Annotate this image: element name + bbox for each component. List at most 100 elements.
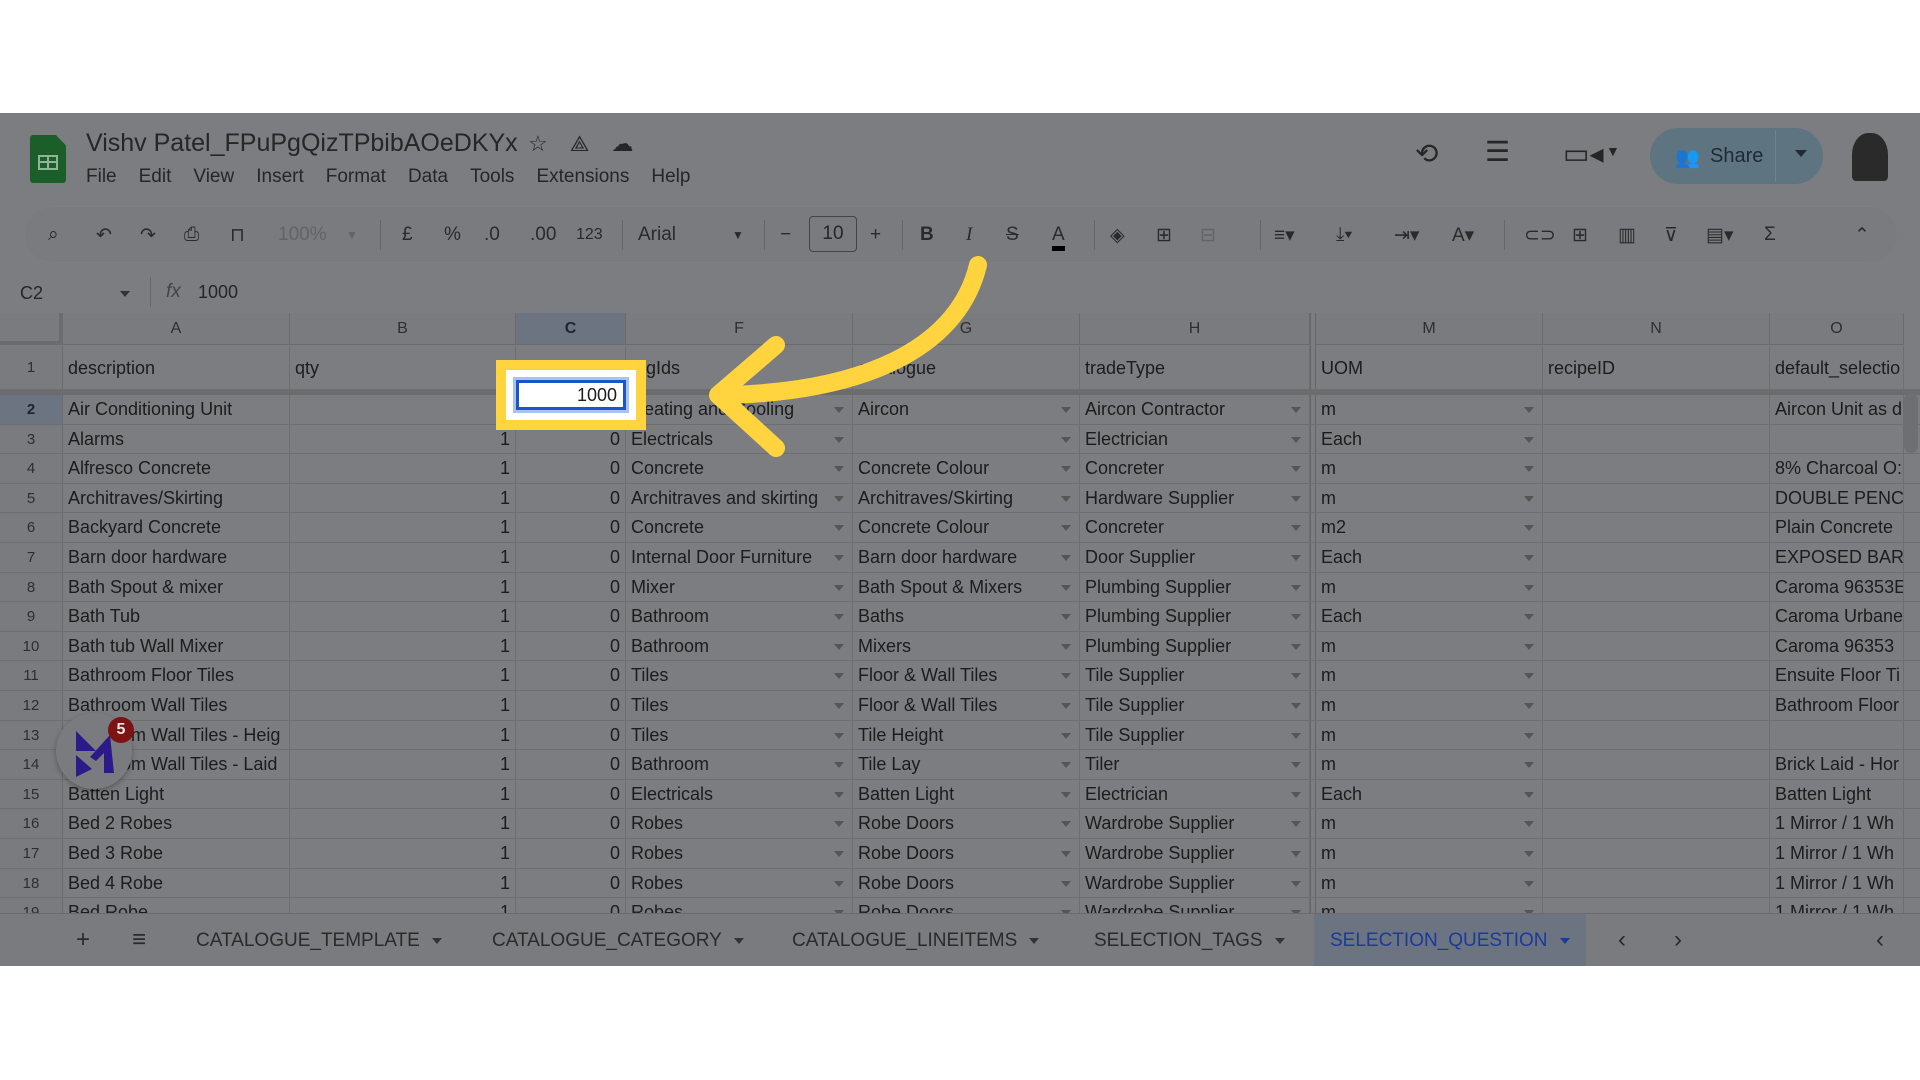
dropdown-chip-icon[interactable]: [1291, 643, 1301, 650]
name-box[interactable]: C2: [20, 283, 43, 304]
cell-b[interactable]: 1: [290, 868, 516, 898]
cell-h[interactable]: Plumbing Supplier: [1080, 572, 1310, 602]
cell-a[interactable]: Air Conditioning Unit: [63, 395, 290, 424]
strikethrough-button[interactable]: S: [1006, 224, 1019, 246]
cell-b[interactable]: 1: [290, 483, 516, 513]
cell-h[interactable]: Concreter: [1080, 513, 1310, 542]
dropdown-chip-icon[interactable]: [1061, 584, 1071, 591]
cell-b[interactable]: 1: [290, 750, 516, 779]
all-sheets-icon[interactable]: ≡: [132, 926, 146, 954]
decrease-font-size-button[interactable]: −: [780, 224, 791, 246]
dropdown-chip-icon[interactable]: [1524, 762, 1534, 769]
cell-o[interactable]: Ensuite Floor Ti: [1770, 661, 1904, 690]
cell-f[interactable]: Electricals: [626, 779, 853, 809]
cell-g[interactable]: Baths: [853, 602, 1080, 631]
cell-m[interactable]: m: [1316, 572, 1543, 602]
text-wrapping-icon[interactable]: ⇥▾: [1394, 224, 1419, 247]
cell-a[interactable]: Bathroom Floor Tiles: [63, 661, 290, 690]
cell-c[interactable]: 0: [516, 454, 626, 483]
row-header[interactable]: 7: [0, 543, 63, 572]
cell-f[interactable]: Bathroom: [626, 750, 853, 779]
font-dropdown-icon[interactable]: ▼: [732, 228, 744, 242]
dropdown-chip-icon[interactable]: [1291, 584, 1301, 591]
cell-c[interactable]: 0: [516, 779, 626, 809]
cell-f[interactable]: Mixer: [626, 572, 853, 602]
row-header[interactable]: 14: [0, 750, 63, 779]
dropdown-chip-icon[interactable]: [1291, 791, 1301, 798]
cell-m[interactable]: m: [1316, 661, 1543, 690]
column-header-o[interactable]: O: [1770, 313, 1904, 345]
share-dropdown-icon[interactable]: [1795, 150, 1807, 157]
cell-m[interactable]: Each: [1316, 602, 1543, 631]
row-header[interactable]: 5: [0, 483, 63, 513]
dropdown-chip-icon[interactable]: [1061, 495, 1071, 502]
dropdown-chip-icon[interactable]: [1291, 436, 1301, 443]
cell-a[interactable]: Bath tub Wall Mixer: [63, 631, 290, 661]
cell-g[interactable]: Floor & Wall Tiles: [853, 661, 1080, 690]
cell-a[interactable]: Backyard Concrete: [63, 513, 290, 542]
cell-b[interactable]: 1: [290, 779, 516, 809]
cell-c[interactable]: 0: [516, 720, 626, 750]
row-header[interactable]: 9: [0, 602, 63, 631]
cell-o[interactable]: 1 Mirror / 1 Wh: [1770, 839, 1904, 868]
dropdown-chip-icon[interactable]: [1524, 614, 1534, 621]
dropdown-chip-icon[interactable]: [834, 673, 844, 680]
menu-tools[interactable]: Tools: [470, 166, 514, 188]
cell-b[interactable]: 1: [290, 424, 516, 454]
cell-a[interactable]: Bed 4 Robe: [63, 868, 290, 898]
cell-o[interactable]: Brick Laid - Hor: [1770, 750, 1904, 779]
cell-g[interactable]: Concrete Colour: [853, 513, 1080, 542]
cell-g[interactable]: Barn door hardware: [853, 543, 1080, 572]
cell-h[interactable]: Electrician: [1080, 424, 1310, 454]
column-header-c[interactable]: C: [516, 313, 626, 345]
dropdown-chip-icon[interactable]: [1061, 851, 1071, 857]
cell-o[interactable]: Caroma Urbane: [1770, 602, 1904, 631]
paint-format-icon[interactable]: ⊓: [230, 224, 245, 247]
dropdown-chip-icon[interactable]: [1061, 407, 1071, 413]
sheet-tab-catalogue-lineitems[interactable]: CATALOGUE_LINEITEMS: [776, 914, 1055, 966]
cell-n2[interactable]: [1543, 454, 1770, 483]
search-icon[interactable]: ⌕: [48, 224, 59, 246]
header-cell[interactable]: recipeID: [1543, 346, 1770, 389]
cell-g[interactable]: Aircon: [853, 395, 1080, 424]
dropdown-chip-icon[interactable]: [1061, 880, 1071, 887]
dropdown-chip-icon[interactable]: [1061, 732, 1071, 739]
menu-data[interactable]: Data: [408, 166, 448, 188]
filter-views-icon[interactable]: ▤▾: [1706, 224, 1734, 247]
cell-c[interactable]: 0: [516, 809, 626, 838]
dropdown-chip-icon[interactable]: [1524, 732, 1534, 739]
cell-g[interactable]: Robe Doors: [853, 868, 1080, 898]
dropdown-chip-icon[interactable]: [834, 762, 844, 769]
dropdown-chip-icon[interactable]: [1524, 791, 1534, 798]
zoom-select[interactable]: 100%: [278, 224, 327, 246]
sheet-tab-catalogue-category[interactable]: CATALOGUE_CATEGORY: [476, 914, 760, 966]
cell-o[interactable]: 1 Mirror / 1 Wh: [1770, 809, 1904, 838]
cell-a[interactable]: Alfresco Concrete: [63, 454, 290, 483]
dropdown-chip-icon[interactable]: [834, 584, 844, 591]
cell-b[interactable]: 1: [290, 661, 516, 690]
text-rotation-icon[interactable]: A▾: [1452, 224, 1474, 247]
zoom-dropdown-icon[interactable]: ▼: [346, 228, 358, 242]
dropdown-chip-icon[interactable]: [1524, 466, 1534, 473]
cell-c[interactable]: 0: [516, 543, 626, 572]
cell-c[interactable]: 0: [516, 839, 626, 868]
cell-b[interactable]: 1: [290, 809, 516, 838]
row-header[interactable]: 2: [0, 395, 63, 424]
font-select[interactable]: Arial: [638, 224, 676, 246]
dropdown-chip-icon[interactable]: [834, 466, 844, 473]
cell-c[interactable]: 0: [516, 661, 626, 690]
cell-o[interactable]: 1 Mirror / 1 Wh: [1770, 868, 1904, 898]
add-sheet-icon[interactable]: +: [76, 926, 90, 954]
sheet-tab-menu-icon[interactable]: [431, 937, 442, 944]
cell-g[interactable]: [853, 424, 1080, 454]
cell-g[interactable]: Robe Doors: [853, 839, 1080, 868]
cell-a[interactable]: Architraves/Skirting: [63, 483, 290, 513]
cell-c[interactable]: 0: [516, 750, 626, 779]
cell-f[interactable]: Tiles: [626, 691, 853, 720]
dropdown-chip-icon[interactable]: [834, 436, 844, 443]
dropdown-chip-icon[interactable]: [1291, 407, 1301, 413]
dropdown-chip-icon[interactable]: [1291, 851, 1301, 857]
cell-h[interactable]: Tiler: [1080, 750, 1310, 779]
cell-b[interactable]: 1: [290, 631, 516, 661]
dropdown-chip-icon[interactable]: [1061, 703, 1071, 709]
